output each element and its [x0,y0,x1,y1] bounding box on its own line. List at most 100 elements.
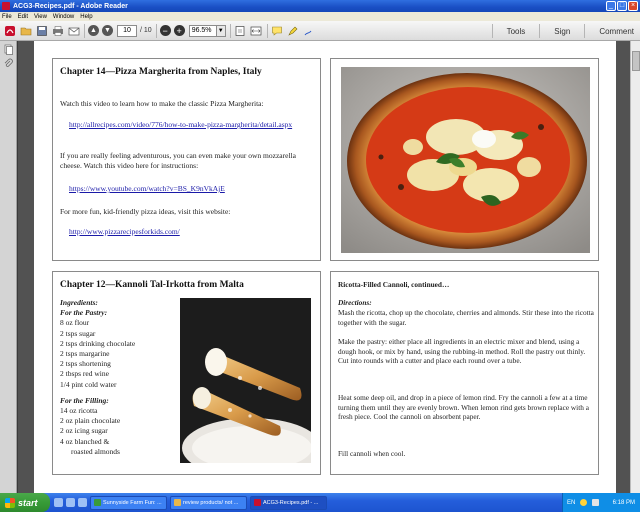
cannoli-chapter-card: Chapter 12—Kannoli Tal-Irkotta from Malt… [52,271,321,475]
list-item: 2 tsps drinking chocolate [60,338,136,348]
quick-launch-desktop-icon[interactable] [66,498,75,507]
pizza-chapter-card: Chapter 14—Pizza Margherita from Naples,… [52,58,321,261]
pizza-chapter-title: Chapter 14—Pizza Margherita from Naples,… [60,67,262,77]
network-icon[interactable] [580,499,588,506]
direction-step-1: Mash the ricotta, chop up the chocolate,… [338,308,594,327]
browser-icon [94,499,101,506]
list-item: 14 oz ricotta [60,406,98,416]
next-page-icon[interactable]: ▼ [102,25,113,36]
clock: 6:18 PM [612,499,635,506]
window-title: ACG3-Recipes.pdf - Adobe Reader [13,2,128,10]
ingredients-heading: Ingredients: [60,298,98,307]
toolbar-separator [84,23,85,38]
directions-heading: Directions: [338,298,372,307]
sign-button[interactable]: Sign [554,27,570,36]
toolbar-separator [155,23,157,38]
sign-pen-icon[interactable] [303,24,316,37]
list-item: 2 tsps margarine [60,349,110,359]
list-item: 2 tsps sugar [60,328,96,338]
list-item: 2 oz plain chocolate [60,416,121,426]
pizza-paragraph-3: For more fun, kid-friendly pizza ideas, … [60,207,231,216]
window-controls: _ □ × [606,1,638,11]
taskbar-item-sunnyside[interactable]: Sunnyside Farm Fun: ... [90,495,167,510]
pizza-video-link[interactable]: http://allrecipes.com/video/776/how-to-m… [69,120,309,130]
direction-step-3: Heat some deep oil, and drop in a piece … [338,393,589,422]
list-item: 2 oz icing sugar [60,426,108,436]
cannoli-directions-card: Ricotta-Filled Cannoli, continued… Direc… [330,271,599,475]
zoom-dropdown-icon[interactable]: ▼ [216,24,226,37]
previous-page-icon[interactable]: ▲ [88,25,99,36]
taskbar: start Sunnyside Farm Fun: ... review pro… [0,493,640,512]
mozzarella-video-link[interactable]: https://www.youtube.com/watch?v=BS_K9nVk… [69,184,309,194]
menu-view[interactable]: View [34,14,47,20]
page-thumbnails-icon[interactable] [3,44,14,55]
tools-button[interactable]: Tools [507,27,526,36]
filling-heading: For the Filling: [60,395,109,405]
menu-help[interactable]: Help [80,14,92,20]
list-item: roasted almonds [71,446,120,456]
document-viewport[interactable]: Chapter 14—Pizza Margherita from Naples,… [18,41,630,493]
email-icon[interactable] [67,24,80,37]
pdf-page: Chapter 14—Pizza Margherita from Naples,… [34,41,616,493]
title-bar[interactable]: ACG3-Recipes.pdf - Adobe Reader _ □ × [0,0,640,12]
adobe-reader-icon [254,499,261,506]
list-item: 1/4 pint cold water [60,379,117,389]
save-icon[interactable] [35,24,48,37]
toolbar-separator [491,24,493,38]
taskbar-item-label: Sunnyside Farm Fun: ... [103,499,162,506]
cannoli-photo [180,298,311,463]
comment-bubble-icon[interactable] [271,24,284,37]
pizza-paragraph-1: Watch this video to learn how to make th… [60,99,264,108]
taskbar-item-review[interactable]: review products/ not ... [170,495,247,510]
page-number-input[interactable]: 10 [117,24,137,37]
toolbar-separator [539,24,541,38]
adobe-reader-icon [2,2,10,10]
taskbar-item-acg3-recipes[interactable]: ACG3-Recipes.pdf - ... [250,495,327,510]
menu-window[interactable]: Window [53,14,74,20]
taskbar-item-label: review products/ not ... [183,499,239,506]
fit-width-icon[interactable] [250,24,263,37]
zoom-input[interactable]: 96.5% [188,24,217,37]
quick-launch-ie-icon[interactable] [54,498,63,507]
language-indicator[interactable]: EN [567,500,575,506]
maximize-button[interactable]: □ [617,1,627,11]
pizza-kids-link[interactable]: http://www.pizzarecipesforkids.com/ [69,227,309,237]
menu-edit[interactable]: Edit [18,14,28,20]
pizza-margherita-photo [341,67,590,253]
quick-launch-media-icon[interactable] [78,498,87,507]
list-item: 2 tsps shortening [60,359,111,369]
start-label: start [18,497,38,508]
pizza-paragraph-2: If you are really feeling adventurous, y… [60,151,296,170]
direction-step-2: Make the pastry: either place all ingred… [338,337,586,366]
cannoli-chapter-title: Chapter 12—Kannoli Tal-Irkotta from Malt… [60,280,244,290]
comment-button[interactable]: Comment [599,27,634,36]
ingredients-list: Ingredients: For the Pastry: 8 oz flour … [60,298,178,457]
scrollbar-thumb[interactable] [632,51,640,71]
zoom-in-icon[interactable]: + [173,25,185,36]
toolbar-panes: Tools Sign Comment [491,21,634,41]
toolbar-separator [229,23,231,38]
page-total: / 10 [140,27,152,34]
attachments-paperclip-icon[interactable] [3,58,14,69]
quick-launch [54,498,87,507]
taskbar-item-label: ACG3-Recipes.pdf - ... [263,499,319,506]
list-item: 8 oz flour [60,318,90,328]
create-pdf-icon[interactable] [3,24,16,37]
print-icon[interactable] [51,24,64,37]
list-item: 4 oz blanched & [60,436,110,446]
close-button[interactable]: × [628,1,638,11]
start-button[interactable]: start [0,493,50,512]
adobe-reader-window: ACG3-Recipes.pdf - Adobe Reader _ □ × Fi… [0,0,640,512]
open-folder-icon[interactable] [19,24,32,37]
fit-page-icon[interactable] [234,24,247,37]
highlight-icon[interactable] [287,24,300,37]
menu-file[interactable]: File [2,14,12,20]
vertical-scrollbar[interactable] [630,41,640,493]
zoom-out-icon[interactable]: − [159,25,171,36]
toolbar: ▲ ▼ 10 / 10 − + 96.5% ▼ Tools Sign Comme… [0,21,640,41]
minimize-button[interactable]: _ [606,1,616,11]
navigation-pane [0,41,17,493]
system-tray: EN 6:18 PM [562,493,640,512]
volume-icon[interactable] [592,499,600,506]
pastry-heading: For the Pastry: [60,308,108,318]
